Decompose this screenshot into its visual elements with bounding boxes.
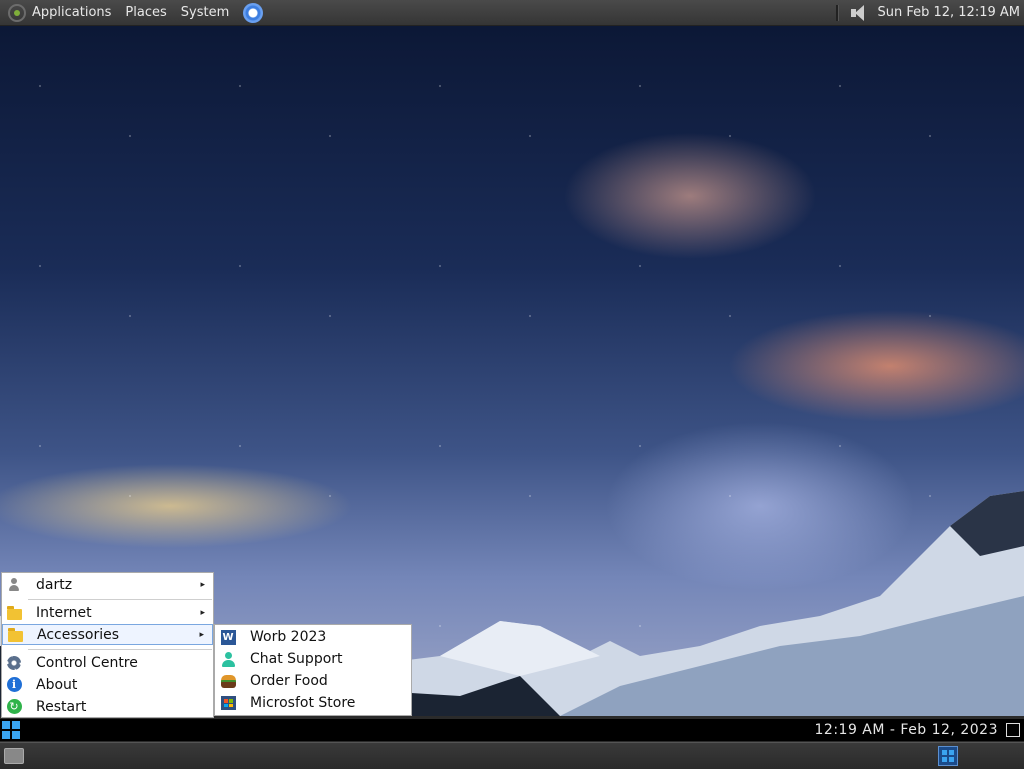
restart-icon: ↻: [6, 699, 22, 715]
accessories-submenu: W Worb 2023 Chat Support Order Food Micr…: [214, 624, 412, 716]
bottom-panel: [0, 742, 1024, 769]
submenu-arrow-icon: ▸: [200, 607, 205, 618]
submenu-item-order-food[interactable]: Order Food: [215, 670, 411, 692]
menu-item-label: About: [36, 676, 78, 693]
submenu-item-worb-2023[interactable]: W Worb 2023: [215, 626, 411, 648]
menu-item-label: dartz: [36, 576, 73, 593]
menu-item-label: Accessories: [37, 626, 120, 643]
menu-item-label: Control Centre: [36, 654, 138, 671]
submenu-item-label: Chat Support: [250, 651, 343, 667]
submenu-item-label: Worb 2023: [250, 629, 327, 645]
places-menu[interactable]: Places: [125, 5, 166, 20]
menu-separator: [28, 649, 212, 650]
top-panel-tray: Sun Feb 12, 12:19 AM: [836, 4, 1024, 22]
top-clock[interactable]: Sun Feb 12, 12:19 AM: [877, 5, 1020, 20]
menu-item-dartz[interactable]: dartz ▸: [2, 574, 213, 595]
user-icon: [6, 577, 22, 593]
top-panel: Applications Places System Sun Feb 12, 1…: [0, 0, 1024, 26]
folder-icon: [6, 605, 22, 621]
windows-app-icon[interactable]: [938, 746, 958, 766]
distro-logo-icon[interactable]: [8, 3, 26, 22]
store-icon: [220, 695, 236, 711]
submenu-item-microsfot-store[interactable]: Microsfot Store: [215, 692, 411, 714]
submenu-item-label: Order Food: [250, 673, 328, 689]
folder-icon: [7, 627, 23, 643]
menu-item-about[interactable]: i About: [2, 674, 213, 695]
submenu-arrow-icon: ▸: [200, 579, 205, 590]
show-desktop-icon[interactable]: [1006, 723, 1020, 737]
chrome-browser-icon[interactable]: [243, 2, 264, 23]
taskbar-clock[interactable]: 12:19 AM - Feb 12, 2023: [815, 722, 999, 738]
chat-support-icon: [220, 651, 236, 667]
menu-item-label: Restart: [36, 698, 87, 715]
start-windows-icon[interactable]: [2, 721, 20, 739]
menu-item-control-centre[interactable]: Control Centre: [2, 652, 213, 673]
taskbar: 12:19 AM - Feb 12, 2023: [0, 719, 1024, 741]
menu-item-internet[interactable]: Internet ▸: [2, 602, 213, 623]
tray-separator: [836, 4, 840, 21]
word-icon: W: [220, 629, 236, 645]
submenu-item-chat-support[interactable]: Chat Support: [215, 648, 411, 670]
system-menu[interactable]: System: [181, 5, 229, 20]
start-menu: dartz ▸ Internet ▸ Accessories ▸ Control…: [1, 572, 214, 718]
desktop-icon[interactable]: [4, 748, 24, 764]
info-icon: i: [6, 677, 22, 693]
menu-item-restart[interactable]: ↻ Restart: [2, 696, 213, 717]
applications-menu[interactable]: Applications: [32, 5, 111, 20]
submenu-item-label: Microsfot Store: [250, 695, 356, 711]
menu-item-label: Internet: [36, 604, 92, 621]
speaker-volume-icon[interactable]: [849, 4, 867, 22]
burger-icon: [220, 673, 236, 689]
gear-icon: [6, 655, 22, 671]
menu-separator: [28, 599, 212, 600]
menu-item-accessories[interactable]: Accessories ▸: [2, 624, 213, 645]
submenu-arrow-icon: ▸: [199, 629, 204, 640]
